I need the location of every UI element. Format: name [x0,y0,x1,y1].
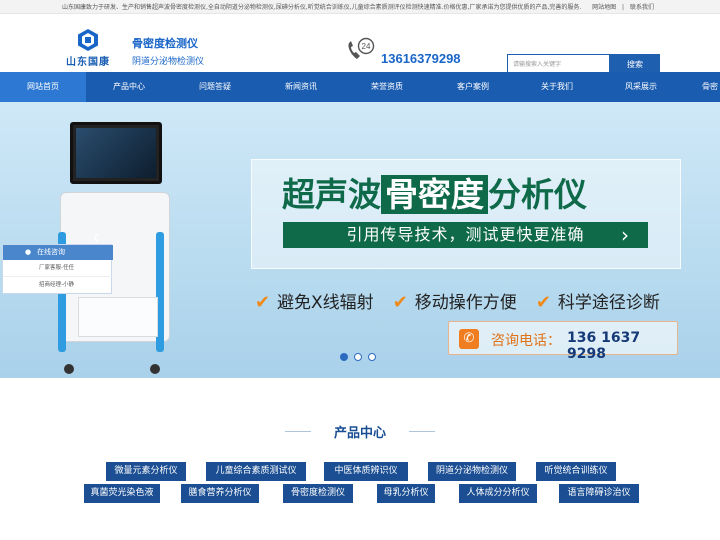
product-tag[interactable]: 中医体质辨识仪 [324,462,408,481]
slogan-line-2: 阴道分泌物检测仪 [132,57,205,67]
chat-title: 在线咨询 [37,248,65,256]
banner-consult-box: ✆ 咨询电话： 136 1637 9298 [448,321,678,362]
banner-feature: ✔ 科学途径诊断 [535,292,660,313]
carousel-dot[interactable] [340,353,348,361]
chat-agent-link[interactable]: 厂家客服-任任 [3,260,113,277]
product-tag[interactable]: 儿童综合素质测试仪 [206,462,306,481]
online-chat-widget: ● 在线咨询 厂家客服-任任 招商经理-小静 [2,244,113,294]
nav-item-products[interactable]: 产品中心 [86,72,172,102]
link-separator: | [622,4,625,11]
device-wheel [64,364,74,374]
chat-header[interactable]: ● 在线咨询 [3,245,113,260]
device-drawer [78,297,158,337]
device-wheel [150,364,160,374]
product-tag[interactable]: 骨密度检测仪 [283,484,353,503]
site-header: 山东国康 骨密度检测仪 阴道分泌物检测仪 24 13616379298 请输搜索… [0,15,720,76]
banner-subtitle: 引用传导技术，测试更快更准确 [283,222,648,248]
nav-item-cases[interactable]: 客户案例 [430,72,516,102]
nav-item-home[interactable]: 网站首页 [0,72,86,102]
checkmark-icon: ✔ [535,292,551,313]
logo-mark-icon [78,29,98,51]
top-info-bar: 山东国康致力于研发、生产和销售超声波骨密度检测仪,全自动阴道分泌物检测仪,尿碘分… [0,0,720,14]
site-intro-text: 山东国康致力于研发、生产和销售超声波骨密度检测仪,全自动阴道分泌物检测仪,尿碘分… [62,4,582,11]
banner-features: ✔ 避免X线辐射 ✔ 移动操作方便 ✔ 科学途径诊断 [255,288,674,313]
chat-bubble-icon: ● [25,248,32,256]
product-tag[interactable]: 语言障碍诊治仪 [559,484,639,503]
chat-agent-link[interactable]: 招商经理-小静 [3,277,113,294]
sitemap-link[interactable]: 网站地图 [592,4,616,11]
banner-title-part3: 分析仪 [488,175,587,214]
checkmark-icon: ✔ [392,292,408,313]
phone-24h-icon: 24 [348,37,375,59]
nav-item-gallery[interactable]: 风采展示 [598,72,684,102]
banner-title-part1: 超声波 [282,175,381,214]
section-divider-right [409,431,435,432]
product-tag[interactable]: 膳食营养分析仪 [181,484,259,503]
product-tag[interactable]: 听觉统合训练仪 [536,462,616,481]
contact-link[interactable]: 联系我们 [630,4,654,11]
product-tag[interactable]: 母乳分析仪 [377,484,435,503]
checkmark-icon: ✔ [255,292,271,313]
carousel-dot[interactable] [354,353,362,361]
consult-label: 咨询电话： [491,333,561,349]
logo-text: 山东国康 [66,57,110,68]
top-links: 网站地图 | 联系我们 [590,2,656,11]
nav-item-faq[interactable]: 问题答疑 [172,72,258,102]
nav-item-about[interactable]: 关于我们 [516,72,598,102]
nav-item-bone-density[interactable]: 骨密 [684,72,720,102]
banner-feature: ✔ 移动操作方便 [392,292,517,313]
device-monitor-image [70,122,162,184]
phone-icon: ✆ [459,329,479,349]
site-logo[interactable]: 山东国康 [60,28,116,68]
product-tag[interactable]: 人体成分分析仪 [459,484,537,503]
nav-item-honors[interactable]: 荣誉资质 [344,72,430,102]
carousel-dots [340,346,382,361]
banner-title-highlight: 骨密度 [381,175,488,214]
hours-badge-text: 24 [362,42,371,51]
consult-phone: 136 1637 9298 [567,330,641,362]
carousel-dot[interactable] [368,353,376,361]
header-phone-number: 13616379298 [381,51,461,66]
banner-next-arrow-icon[interactable]: › [614,224,636,246]
nav-item-news[interactable]: 新闻资讯 [258,72,344,102]
main-nav: 网站首页 产品中心 问题答疑 新闻资讯 荣誉资质 客户案例 关于我们 风采展示 … [0,72,720,102]
hero-banner[interactable]: ‹ 超声波 骨密度 分析仪 引用传导技术，测试更快更准确 › ✔ 避免X线辐射 ✔ 移动… [0,102,720,378]
product-tag[interactable]: 微量元素分析仪 [106,462,186,481]
slogan-line-1: 骨密度检测仪 [132,37,198,50]
product-tag[interactable]: 真菌荧光染色液 [84,484,160,503]
products-section-title: 产品中心 [333,426,386,441]
banner-title: 超声波 骨密度 分析仪 [282,168,587,214]
banner-feature: ✔ 避免X线辐射 [255,292,374,313]
product-tag[interactable]: 阴道分泌物检测仪 [428,462,516,481]
